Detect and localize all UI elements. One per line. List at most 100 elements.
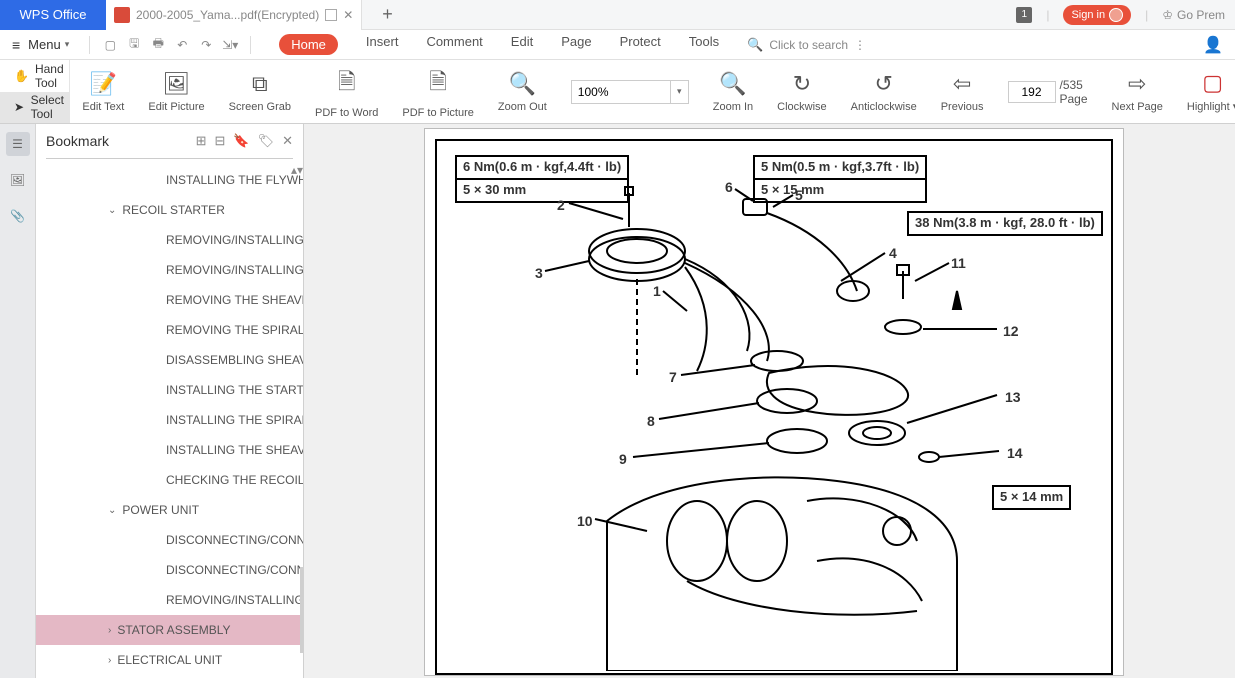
sign-in-label: Sign in	[1071, 9, 1105, 21]
avatar-icon	[1109, 8, 1123, 22]
edit-picture-icon: 🖼	[163, 71, 191, 97]
zoom-combo[interactable]: ▾	[571, 80, 689, 104]
tab-page[interactable]: Page	[561, 34, 591, 55]
bm-add-icon[interactable]: 🔖	[233, 133, 249, 149]
scrollbar-thumb[interactable]	[300, 567, 303, 653]
sign-in-button[interactable]: Sign in	[1063, 5, 1131, 25]
bookmark-title: Bookmark	[46, 133, 109, 149]
pdf-to-word-icon: 🗎	[338, 65, 356, 103]
bookmark-item[interactable]: REMOVING/INSTALLING T...	[36, 225, 303, 255]
tab-insert[interactable]: Insert	[366, 34, 399, 55]
pdf-to-picture-button[interactable]: 🗎 PDF to Picture	[390, 60, 486, 123]
bookmarks-rail-icon[interactable]: ☰	[6, 132, 30, 156]
tab-tools[interactable]: Tools	[689, 34, 719, 55]
rotate-cw-icon: ↻	[793, 71, 811, 97]
bookmark-item[interactable]: INSTALLING THE SPIRAL S...	[36, 405, 303, 435]
bookmark-item[interactable]: REMOVING/INSTALLING T...	[36, 255, 303, 285]
print-icon[interactable]: 🖶	[150, 37, 166, 53]
bookmark-item[interactable]: DISASSEMBLING SHEAVE ...	[36, 345, 303, 375]
exploded-diagram	[437, 141, 1113, 671]
page-border: 6 Nm(0.6 m · kgf,4.4ft · lb) 5 × 30 mm 5…	[435, 139, 1113, 675]
menu-dropdown[interactable]: Menu ▾	[28, 37, 77, 52]
previous-page-button[interactable]: ⇦ Previous	[929, 60, 996, 123]
bookmark-tree: ▴▾ INSTALLING THE FLYWHE... ⌄RECOIL STAR…	[36, 159, 303, 678]
page-input[interactable]	[1008, 81, 1056, 103]
new-tab-button[interactable]: +	[382, 4, 393, 25]
bookmark-item[interactable]: ›ELECTRICAL UNIT	[36, 645, 303, 675]
arrow-left-icon: ⇦	[953, 71, 971, 97]
tab-comment[interactable]: Comment	[426, 34, 482, 55]
bookmark-item[interactable]: ⌄RECOIL STARTER	[36, 195, 303, 225]
bookmark-item[interactable]: DISCONNECTING/CONNE...	[36, 555, 303, 585]
rotate-cw-button[interactable]: ↻ Clockwise	[765, 60, 839, 123]
select-tool[interactable]: ➤Select Tool	[0, 92, 69, 124]
caret-down-icon[interactable]: ⌄	[108, 505, 116, 516]
zoom-out-button[interactable]: 🔍 Zoom Out	[486, 60, 559, 123]
bm-remove-icon[interactable]: 🏷	[258, 133, 275, 149]
bookmark-item[interactable]: REMOVING THE SHEAVE D...	[36, 285, 303, 315]
rotate-ccw-icon: ↺	[874, 71, 892, 97]
go-premium-button[interactable]: ♔ Go Prem	[1162, 8, 1225, 22]
open-icon[interactable]: ▢	[102, 37, 118, 53]
tab-home[interactable]: Home	[279, 34, 338, 55]
tab-protect[interactable]: Protect	[620, 34, 661, 55]
save-icon[interactable]: 🖫	[126, 37, 142, 53]
export-icon[interactable]: ⇲▾	[222, 37, 238, 53]
bookmark-item[interactable]: CHECKING THE RECOIL ST...	[36, 465, 303, 495]
document-viewport[interactable]: 6 Nm(0.6 m · kgf,4.4ft · lb) 5 × 30 mm 5…	[304, 124, 1235, 678]
cursor-icon: ➤	[14, 100, 25, 114]
bookmark-panel: Bookmark ⊞ ⊟ 🔖 🏷 ✕ ▴▾ INSTALLING THE FLY…	[36, 124, 304, 678]
bookmark-item-selected[interactable]: ›STATOR ASSEMBLY	[36, 615, 303, 645]
bookmark-item[interactable]: INSTALLING THE FLYWHE...	[36, 165, 303, 195]
bookmark-item[interactable]: ⌄POWER UNIT	[36, 495, 303, 525]
arrow-right-icon: ⇨	[1128, 71, 1146, 97]
hamburger-icon[interactable]: ≡	[12, 37, 20, 53]
thumbnails-rail-icon[interactable]: 🖼	[6, 168, 30, 192]
ribbon-tabs: Home Insert Comment Edit Page Protect To…	[279, 34, 719, 55]
hand-tool[interactable]: ✋Hand Tool	[0, 60, 69, 92]
caret-right-icon[interactable]: ›	[108, 625, 111, 636]
zoom-dropdown-icon[interactable]: ▾	[671, 80, 689, 104]
caret-down-icon[interactable]: ⌄	[108, 205, 116, 216]
search-area[interactable]: 🔍 Click to search ⋮	[747, 37, 866, 53]
user-icon[interactable]: 👤	[1203, 35, 1223, 55]
document-tab[interactable]: 2000-2005_Yama...pdf(Encrypted) ✕	[106, 0, 362, 30]
zoom-in-button[interactable]: 🔍 Zoom In	[701, 60, 765, 123]
edit-text-button[interactable]: 📝 Edit Text	[70, 60, 136, 123]
hand-icon: ✋	[14, 69, 29, 83]
bookmark-item[interactable]: INSTALLING THE STARTER...	[36, 375, 303, 405]
page-indicator: /535 Page	[1008, 78, 1088, 106]
pdf-to-word-button[interactable]: 🗎 PDF to Word	[303, 60, 390, 123]
bookmark-item[interactable]: DISCONNECTING/CONNE...	[36, 525, 303, 555]
bookmark-item[interactable]: REMOVING/INSTALLING T...	[36, 585, 303, 615]
bm-close-icon[interactable]: ✕	[282, 133, 293, 149]
edit-picture-button[interactable]: 🖼 Edit Picture	[136, 60, 216, 123]
tab-close-icon[interactable]: ✕	[343, 8, 353, 22]
search-icon: 🔍	[747, 37, 763, 53]
crown-icon: ♔	[1162, 8, 1173, 22]
redo-icon[interactable]: ↷	[198, 37, 214, 53]
brand-label: WPS Office	[0, 0, 106, 30]
attachments-rail-icon[interactable]: 📎	[6, 204, 30, 228]
title-bar: WPS Office 2000-2005_Yama...pdf(Encrypte…	[0, 0, 1235, 30]
scroll-up-icon[interactable]: ▴▾	[291, 163, 301, 177]
rotate-ccw-button[interactable]: ↺ Anticlockwise	[839, 60, 929, 123]
highlight-button[interactable]: ▢ Highlight ▾	[1175, 60, 1235, 123]
bookmark-item[interactable]: REMOVING THE SPIRAL SP...	[36, 315, 303, 345]
bookmark-item[interactable]: INSTALLING THE SHEAVE ...	[36, 435, 303, 465]
notification-badge[interactable]: 1	[1016, 7, 1032, 23]
menu-label: Menu	[28, 37, 61, 52]
zoom-out-icon: 🔍	[509, 71, 536, 97]
screen-grab-button[interactable]: ⧉ Screen Grab	[217, 60, 303, 123]
bm-tool-2-icon[interactable]: ⊟	[214, 133, 225, 149]
caret-right-icon[interactable]: ›	[108, 655, 111, 666]
workspace: ☰ 🖼 📎 Bookmark ⊞ ⊟ 🔖 🏷 ✕ ▴▾ INSTALLING T…	[0, 124, 1235, 678]
undo-icon[interactable]: ↶	[174, 37, 190, 53]
window-restore-icon[interactable]	[325, 9, 337, 21]
page-total: /535 Page	[1060, 78, 1088, 106]
zoom-input[interactable]	[571, 80, 671, 104]
next-page-button[interactable]: ⇨ Next Page	[1100, 60, 1175, 123]
titlebar-right: 1 | Sign in | ♔ Go Prem	[1016, 5, 1235, 25]
bm-tool-1-icon[interactable]: ⊞	[196, 133, 207, 149]
tab-edit[interactable]: Edit	[511, 34, 533, 55]
